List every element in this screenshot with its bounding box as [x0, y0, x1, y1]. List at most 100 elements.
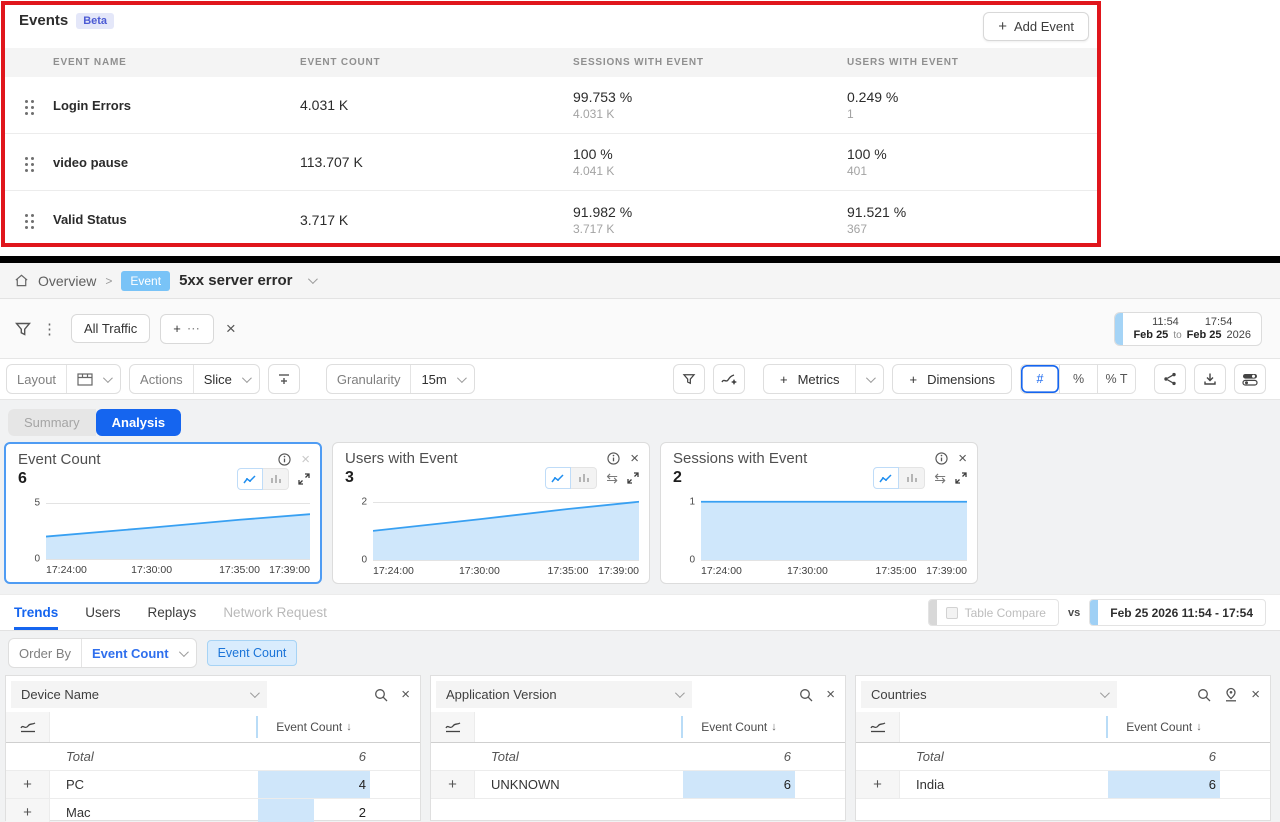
format-percent-total-toggle[interactable]: % T [1097, 365, 1135, 393]
events-panel: Events Beta + Add Event EVENT NAME EVENT… [1, 1, 1101, 247]
format-percent-toggle[interactable]: % [1059, 365, 1097, 393]
table-row[interactable]: + PC 4 [6, 771, 420, 799]
chart-type-toggle [237, 468, 289, 490]
sessions-pct: 99.753 % [573, 89, 847, 105]
area-chart: 05 17:24:0017:30:0017:35:0017:39:00 [46, 494, 310, 578]
add-filter-chip[interactable]: + ⋯ [160, 314, 214, 344]
expand-icon[interactable] [298, 473, 310, 485]
filter-button[interactable] [673, 364, 705, 394]
table-compare-toggle[interactable]: Table Compare [928, 599, 1059, 626]
table-row[interactable]: + India 6 [856, 771, 1270, 799]
line-chart-icon[interactable] [237, 468, 263, 490]
tab-summary[interactable]: Summary [8, 409, 96, 436]
granularity-select[interactable]: Granularity 15m [326, 364, 475, 394]
close-icon[interactable]: × [401, 687, 410, 702]
expand-icon[interactable] [627, 472, 639, 484]
bar-chart-icon[interactable] [263, 468, 289, 490]
drag-handle-icon[interactable] [25, 214, 28, 217]
table-row: Valid Status 3.717 K 91.982 % 3.717 K 91… [5, 191, 1097, 248]
sparkline-icon[interactable] [870, 721, 886, 733]
tab-replays[interactable]: Replays [148, 595, 197, 630]
compare-date-range[interactable]: Feb 25 2026 11:54 - 17:54 [1089, 599, 1266, 626]
dimension-select[interactable]: Device Name [11, 681, 267, 708]
metrics-label: Metrics [798, 372, 840, 387]
search-icon[interactable] [1197, 688, 1211, 702]
order-by-select[interactable]: Order By Event Count [8, 638, 197, 668]
drag-handle-icon[interactable] [25, 157, 28, 160]
download-button[interactable] [1194, 364, 1226, 394]
chart-card-event-count[interactable]: Event Count × 6 [4, 442, 322, 584]
value-column-header[interactable]: Event Count ↓ [683, 712, 795, 742]
cell-value: 6 [784, 777, 791, 792]
map-pin-icon[interactable] [1224, 687, 1238, 702]
metrics-dropdown[interactable]: + Metrics [763, 364, 884, 394]
line-chart-icon[interactable] [873, 467, 899, 489]
settings-toggles-button[interactable] [1234, 364, 1266, 394]
value-column-header[interactable]: Event Count ↓ [258, 712, 370, 742]
chart-card-sessions-with-event[interactable]: Sessions with Event × 2 [660, 442, 978, 584]
order-by-value: Event Count [92, 646, 169, 661]
drag-handle-icon[interactable] [25, 100, 28, 103]
line-chart-icon[interactable] [545, 467, 571, 489]
split-panel-button[interactable] [268, 364, 300, 394]
table-total-row: Total 6 [431, 743, 845, 771]
compare-date-label: Feb 25 2026 11:54 - 17:54 [1098, 606, 1265, 620]
close-icon[interactable]: × [630, 451, 639, 466]
dimensions-button[interactable]: + Dimensions [892, 364, 1012, 394]
value-bar [683, 771, 795, 798]
share-button[interactable] [1154, 364, 1186, 394]
actions-slice-select[interactable]: Actions Slice [129, 364, 260, 394]
info-icon[interactable] [607, 452, 620, 465]
tab-users[interactable]: Users [85, 595, 120, 630]
tab-trends[interactable]: Trends [14, 595, 58, 630]
sparkline-icon[interactable] [445, 721, 461, 733]
analysis-section: Summary Analysis Event Count × 6 [0, 400, 1280, 822]
format-number-toggle[interactable]: # [1021, 365, 1059, 393]
swap-axes-icon[interactable]: ⇆ [606, 470, 618, 487]
expand-row-icon[interactable]: + [856, 771, 900, 798]
time-range-picker[interactable]: 11:54 17:54 Feb 25 to Feb 25 2026 [1114, 312, 1262, 346]
expand-row-icon[interactable]: + [6, 771, 50, 798]
chevron-down-icon[interactable] [307, 274, 317, 284]
funnel-icon [682, 372, 696, 386]
close-icon[interactable]: × [1251, 687, 1260, 702]
breadcrumb-overview[interactable]: Overview [38, 273, 96, 289]
funnel-icon[interactable] [14, 320, 32, 338]
value-column-header[interactable]: Event Count ↓ [1108, 712, 1220, 742]
home-icon[interactable] [14, 273, 29, 288]
chart-card-users-with-event[interactable]: Users with Event × 3 [332, 442, 650, 584]
expand-row-icon[interactable]: + [431, 771, 475, 798]
annotation-chart-button[interactable] [713, 364, 745, 394]
dimension-select[interactable]: Application Version [436, 681, 692, 708]
swap-axes-icon[interactable]: ⇆ [934, 470, 946, 487]
order-by-label: Order By [9, 639, 81, 667]
sessions-pct: 100 % [573, 146, 847, 162]
table-row[interactable]: + Mac 2 [6, 799, 420, 822]
search-icon[interactable] [374, 688, 388, 702]
kebab-menu-icon[interactable]: ⋮ [42, 320, 57, 338]
bar-chart-icon[interactable] [899, 467, 925, 489]
table-row[interactable]: + UNKNOWN 6 [431, 771, 845, 799]
bar-chart-icon[interactable] [571, 467, 597, 489]
event-count-chip[interactable]: Event Count [207, 640, 298, 666]
tab-analysis[interactable]: Analysis [96, 409, 181, 436]
add-event-button[interactable]: + Add Event [983, 12, 1089, 41]
info-icon[interactable] [935, 452, 948, 465]
dimension-select[interactable]: Countries [861, 681, 1117, 708]
table-compare-checkbox[interactable] [946, 607, 958, 619]
event-name: video pause [53, 155, 300, 170]
close-icon[interactable]: × [958, 451, 967, 466]
clear-filter-icon[interactable]: × [226, 319, 236, 339]
close-icon[interactable]: × [826, 687, 835, 702]
close-icon[interactable]: × [301, 452, 310, 467]
all-traffic-chip[interactable]: All Traffic [71, 314, 150, 343]
info-icon[interactable] [278, 453, 291, 466]
search-icon[interactable] [799, 688, 813, 702]
sparkline-icon[interactable] [20, 721, 36, 733]
dimension-value: India [900, 777, 1108, 792]
layout-select[interactable]: Layout [6, 364, 121, 394]
expand-row-icon[interactable]: + [6, 799, 50, 822]
expand-icon[interactable] [955, 472, 967, 484]
metric-value: 6 [18, 470, 27, 488]
cell-value: 2 [359, 805, 366, 820]
